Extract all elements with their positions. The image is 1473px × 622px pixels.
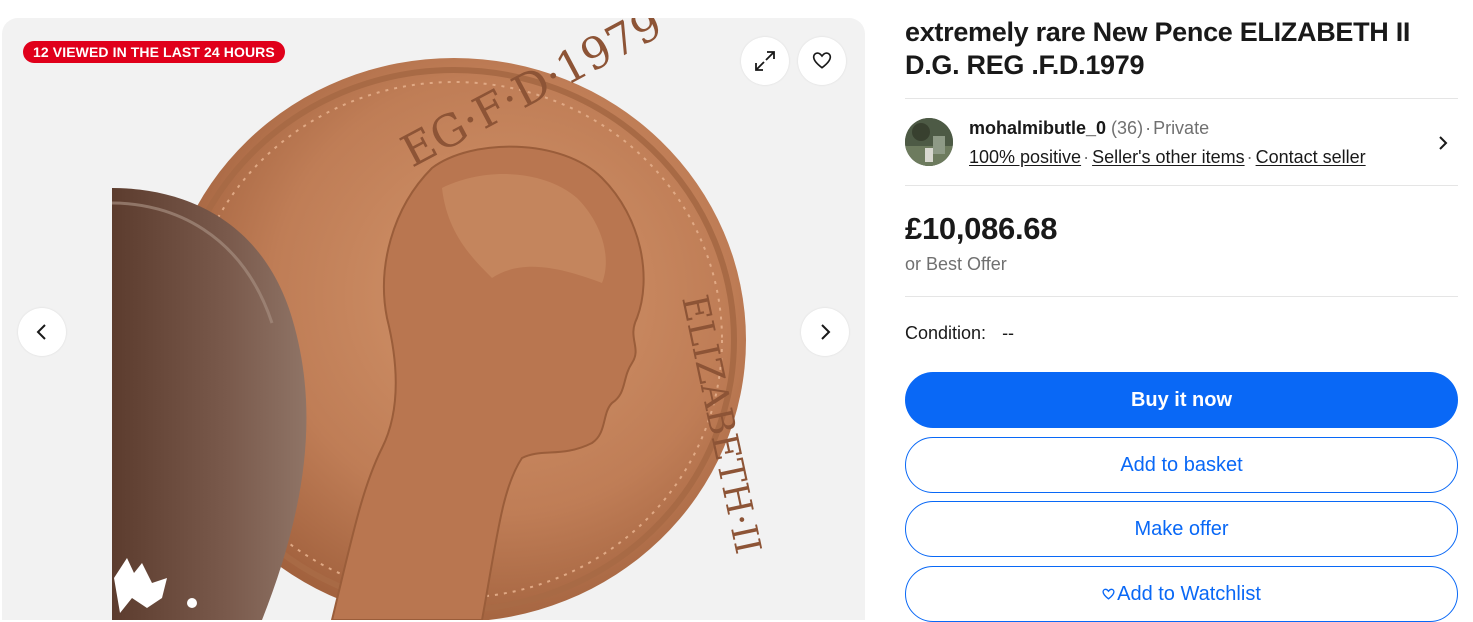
listing-title: extremely rare New Pence ELIZABETH II D.…	[905, 17, 1411, 80]
chevron-right-icon	[816, 323, 834, 341]
next-image-button[interactable]	[801, 308, 849, 356]
seller-avatar[interactable]	[905, 118, 953, 166]
buy-it-now-button[interactable]: Buy it now	[905, 372, 1458, 428]
separator: ·	[1145, 118, 1152, 138]
image-gallery[interactable]: EG·F·D·1979 ELIZABETH·II 12 VIEWED IN TH…	[2, 18, 865, 620]
viewed-badge: 12 VIEWED IN THE LAST 24 HOURS	[23, 41, 285, 63]
add-to-watchlist-button[interactable]: Add to Watchlist	[905, 566, 1458, 622]
condition-value: --	[1002, 323, 1015, 343]
divider	[905, 185, 1458, 186]
contact-seller-link[interactable]: Contact seller	[1256, 147, 1366, 167]
heart-icon	[812, 51, 832, 71]
divider	[905, 296, 1458, 297]
expand-button[interactable]	[741, 37, 789, 85]
coin-image[interactable]: EG·F·D·1979 ELIZABETH·II	[2, 18, 865, 620]
seller-other-items-link[interactable]: Seller's other items	[1092, 147, 1245, 167]
heart-icon	[1102, 588, 1115, 601]
chevron-right-icon[interactable]	[1436, 134, 1450, 157]
seller-name[interactable]: mohalmibutle_0	[969, 118, 1106, 138]
divider	[905, 98, 1458, 99]
positive-feedback-link[interactable]: 100% positive	[969, 147, 1081, 167]
seller-type: Private	[1153, 118, 1210, 138]
seller-info[interactable]: mohalmibutle_0 (36) · Private 100% positiv…	[905, 117, 1458, 169]
watch-heart-button[interactable]	[798, 37, 846, 85]
add-to-watchlist-label: Add to Watchlist	[1117, 582, 1261, 605]
expand-icon	[754, 50, 776, 72]
separator: ·	[1246, 147, 1253, 167]
make-offer-button[interactable]: Make offer	[905, 501, 1458, 557]
add-to-basket-button[interactable]: Add to basket	[905, 437, 1458, 493]
seller-feedback-count: (36)	[1111, 118, 1144, 138]
price: £10,086.68	[905, 211, 1058, 246]
chevron-left-icon	[33, 323, 51, 341]
best-offer-label: or Best Offer	[905, 254, 1007, 274]
separator: ·	[1083, 147, 1090, 167]
condition-label: Condition:	[905, 323, 987, 343]
condition-row: Condition: --	[905, 323, 1014, 344]
previous-image-button[interactable]	[18, 308, 66, 356]
